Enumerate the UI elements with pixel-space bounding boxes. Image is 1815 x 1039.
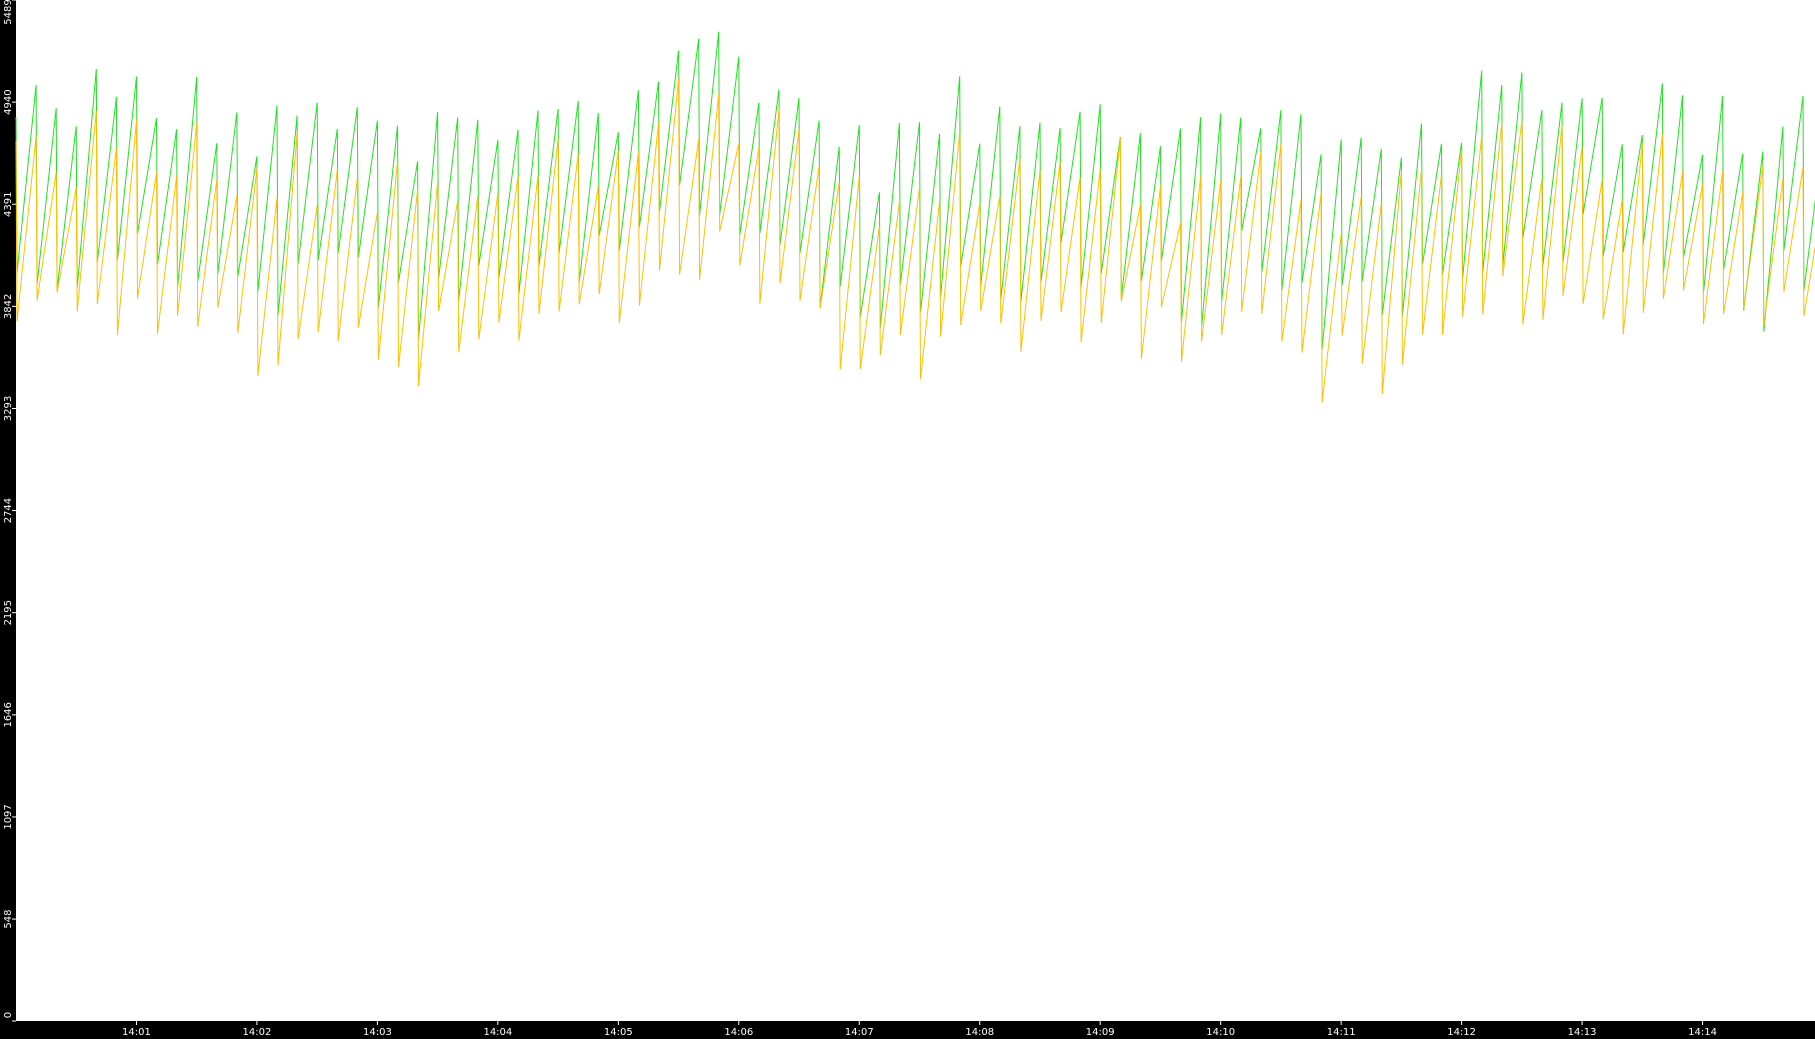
x-tick-label: 14:03 <box>363 1027 392 1038</box>
y-tick-label: 5489 <box>3 0 14 25</box>
x-tick-label: 14:11 <box>1327 1027 1356 1038</box>
x-tick-label: 14:05 <box>604 1027 633 1038</box>
line-chart: 0 548 1097 1646 2195 2744 3293 3842 4391 4940 5489… <box>0 0 1815 1039</box>
y-tick-label: 2744 <box>3 498 14 523</box>
x-tick-label: 14:02 <box>243 1027 272 1038</box>
x-tick-label: 14:08 <box>965 1027 994 1038</box>
y-tick-label: 1097 <box>3 804 14 829</box>
x-tick-label: 14:06 <box>724 1027 753 1038</box>
x-tick-label: 14:12 <box>1447 1027 1476 1038</box>
x-tick-label: 14:10 <box>1206 1027 1235 1038</box>
x-tick-label: 14:07 <box>845 1027 874 1038</box>
y-tick-label: 0 <box>3 1012 14 1018</box>
y-tick-label: 3842 <box>3 294 14 319</box>
x-tick-label: 14:01 <box>122 1027 151 1038</box>
x-tick-label: 14:04 <box>483 1027 512 1038</box>
y-tick-label: 4391 <box>3 192 14 217</box>
y-tick-label: 548 <box>3 910 14 929</box>
y-tick-label: 4940 <box>3 89 14 114</box>
y-tick-label: 1646 <box>3 702 14 727</box>
y-tick-label: 2195 <box>3 600 14 625</box>
y-tick-label: 3293 <box>3 396 14 421</box>
x-tick-label: 14:09 <box>1086 1027 1115 1038</box>
x-tick-label: 14:14 <box>1688 1027 1717 1038</box>
x-tick-label: 14:13 <box>1568 1027 1597 1038</box>
